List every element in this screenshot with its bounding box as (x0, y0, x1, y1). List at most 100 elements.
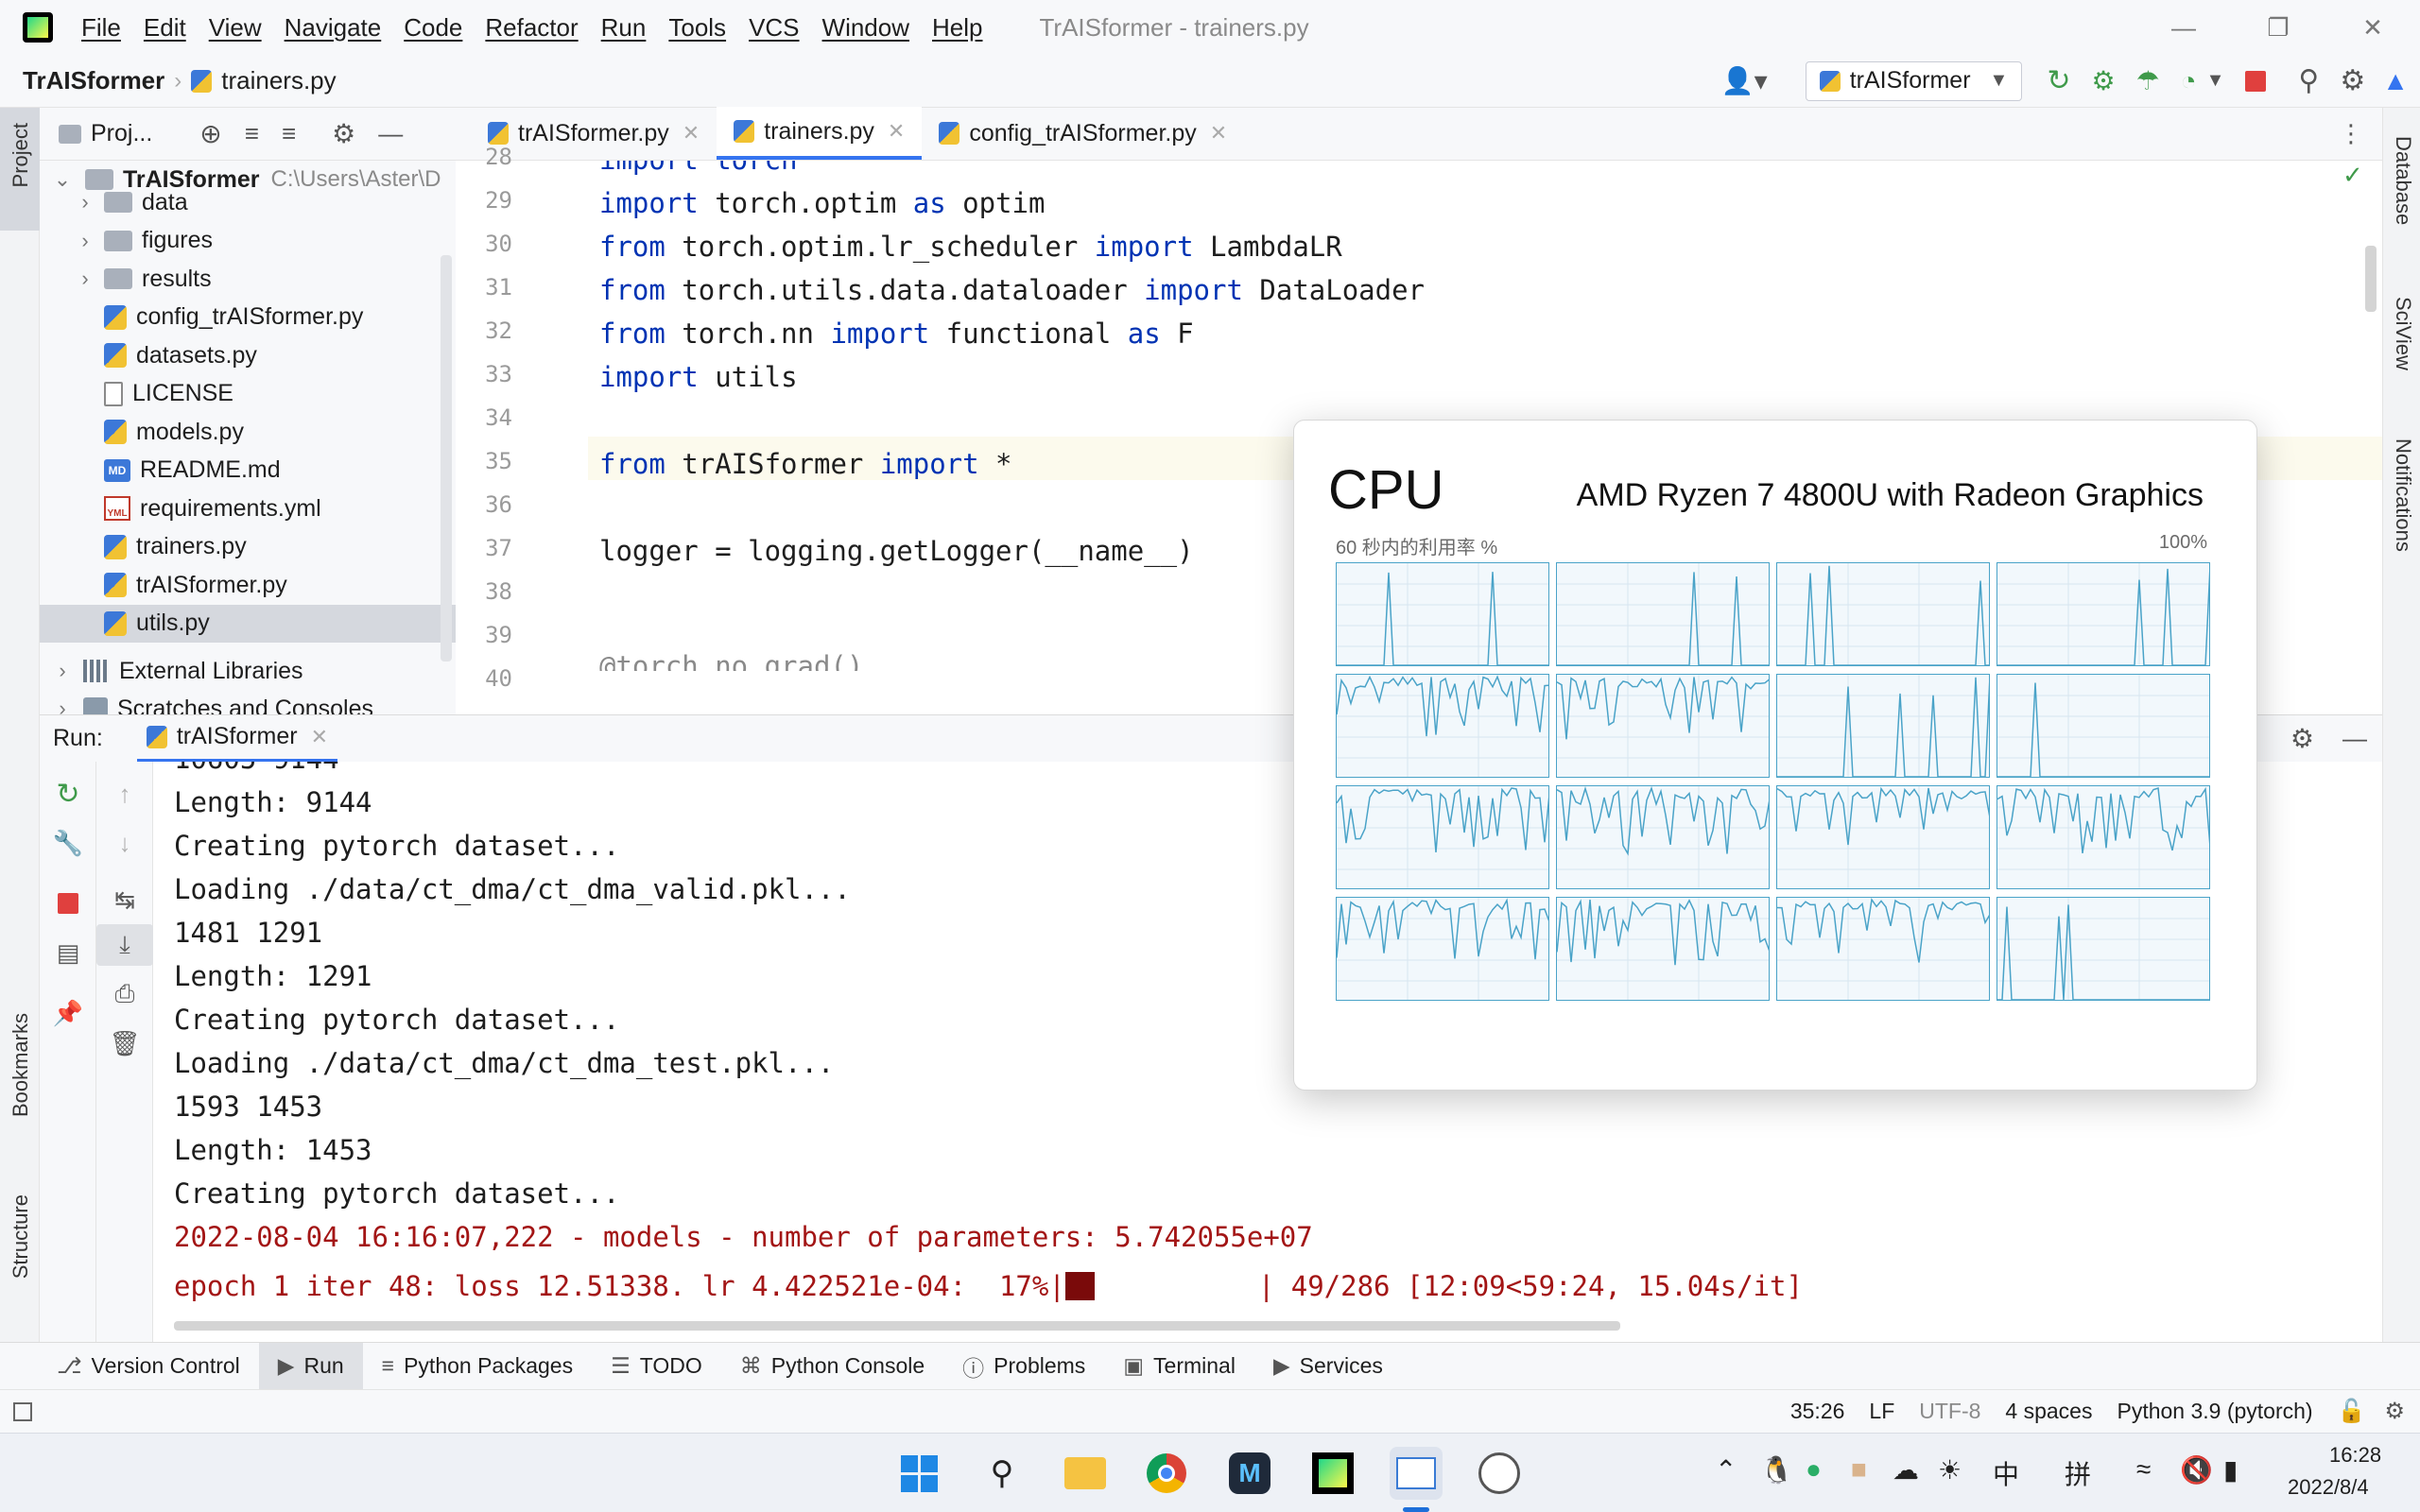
app-m-icon[interactable]: M (1223, 1447, 1276, 1500)
stop-icon[interactable] (2245, 70, 2267, 92)
rerun-icon[interactable]: ↻ (40, 773, 96, 815)
collapse-all-icon[interactable]: ≡ (282, 119, 296, 148)
sciview-tool-label[interactable]: SciView (2391, 297, 2415, 370)
more-tabs-icon[interactable]: ⋮ (2339, 119, 2363, 148)
pin-icon[interactable]: 📌 (40, 992, 96, 1034)
close-icon[interactable]: ✕ (2344, 0, 2401, 55)
tree-item-requirements-yml[interactable]: YML requirements.yml (40, 490, 456, 527)
clock-time[interactable]: 16:28 (2329, 1443, 2381, 1468)
run-tab[interactable]: trAISformer ✕ (136, 715, 338, 763)
wechat-icon[interactable]: ● (1806, 1454, 1822, 1485)
bottom-tab-version-control[interactable]: ⎇ Version Control (38, 1343, 259, 1390)
tree-item-figures[interactable]: › figures (40, 222, 456, 260)
menu-view[interactable]: View (209, 13, 262, 43)
cpu-monitor-window[interactable]: CPU AMD Ryzen 7 4800U with Radeon Graphi… (1293, 420, 2257, 1091)
tree-item-license[interactable]: LICENSE (40, 375, 456, 413)
print-icon[interactable]: ⎙ (96, 973, 153, 1015)
expand-all-icon[interactable]: ≡ (245, 119, 259, 148)
scroll-to-end-icon[interactable]: ⤓ (96, 924, 153, 966)
qq-icon[interactable]: 🐧 (1760, 1454, 1793, 1486)
gear-icon[interactable]: ⚙ (2340, 64, 2365, 97)
arrow-up-icon[interactable]: ↑ (96, 773, 153, 815)
tree-item-results[interactable]: › results (40, 260, 456, 298)
line-separator[interactable]: LF (1869, 1399, 1894, 1424)
chevron-right-icon[interactable]: › (74, 229, 96, 253)
memory-icon[interactable]: ⚙ (2384, 1398, 2405, 1425)
wifi-icon[interactable]: ≈ (2136, 1454, 2151, 1485)
menu-edit[interactable]: Edit (144, 13, 186, 43)
arrow-down-icon[interactable]: ↓ (96, 822, 153, 864)
bottom-tab-services[interactable]: ▶ Services (1254, 1343, 1402, 1390)
editor-scrollbar[interactable] (2365, 246, 2377, 312)
pycharm-icon[interactable] (1306, 1447, 1359, 1500)
menu-help[interactable]: Help (932, 13, 982, 43)
cloud-sync-icon[interactable]: ☁ (1893, 1454, 1919, 1486)
bottom-tab-python-packages[interactable]: ≡ Python Packages (363, 1343, 592, 1390)
search-icon[interactable]: ⚲ (2298, 64, 2319, 97)
structure-tool-label[interactable]: Structure (9, 1194, 33, 1279)
tree-item-datasets-py[interactable]: datasets.py (40, 336, 456, 374)
inspection-ok-icon[interactable]: ✓ (2342, 161, 2363, 190)
close-tab-icon[interactable]: ✕ (888, 119, 905, 144)
editor-tab-config-traisformer-py[interactable]: config_trAISformer.py ✕ (922, 107, 1244, 160)
breadcrumb-project[interactable]: TrAISformer (23, 66, 164, 95)
windows-start-icon[interactable] (892, 1447, 945, 1500)
debug-icon[interactable]: ⚙ (2091, 65, 2115, 96)
coverage-icon[interactable]: ☂ (2136, 65, 2160, 96)
tree-scratches[interactable]: › Scratches and Consoles (40, 690, 456, 714)
lock-icon[interactable]: 🔓 (2338, 1398, 2366, 1425)
tree-item-readme-md[interactable]: MD README.md (40, 452, 456, 490)
layout-icon[interactable]: ▤ (40, 932, 96, 973)
close-tab-icon[interactable]: ✕ (683, 121, 700, 146)
chrome-icon[interactable] (1140, 1447, 1193, 1500)
plugin-icon[interactable]: ▲ (2382, 66, 2409, 96)
locate-icon[interactable]: ⊕ (199, 118, 221, 149)
tray-expand-icon[interactable]: ⌃ (1715, 1454, 1737, 1486)
menu-code[interactable]: Code (404, 13, 462, 43)
bottom-tab-terminal[interactable]: ▣ Terminal (1104, 1343, 1254, 1390)
minimize-icon[interactable]: — (2155, 0, 2212, 55)
file-encoding[interactable]: UTF-8 (1919, 1399, 1980, 1424)
tree-item-models-py[interactable]: models.py (40, 413, 456, 451)
bottom-tab-run[interactable]: ▶ Run (258, 1342, 363, 1390)
tree-item-utils-py[interactable]: utils.py (40, 604, 456, 643)
volume-muted-icon[interactable]: 🔇 (2180, 1454, 2213, 1486)
chevron-right-icon[interactable]: › (51, 659, 74, 683)
tree-item-config-traisformer-py[interactable]: config_trAISformer.py (40, 299, 456, 336)
indent-setting[interactable]: 4 spaces (2005, 1399, 2092, 1424)
menu-window[interactable]: Window (822, 13, 909, 43)
hide-panel-icon[interactable]: — (378, 119, 403, 148)
task-manager-icon[interactable] (1390, 1447, 1443, 1500)
bookmarks-tool-label[interactable]: Bookmarks (9, 1013, 33, 1117)
chevron-right-icon[interactable]: › (74, 190, 96, 215)
menu-file[interactable]: File (81, 13, 121, 43)
restore-icon[interactable]: ❐ (2250, 0, 2307, 55)
bottom-tab-todo[interactable]: ☰ TODO (592, 1343, 721, 1390)
tree-item-trainers-py[interactable]: trainers.py (40, 528, 456, 566)
more-run-icon[interactable]: ▼ (2206, 70, 2225, 92)
close-tab-icon[interactable]: ✕ (1210, 121, 1227, 146)
file-explorer-icon[interactable] (1059, 1447, 1112, 1500)
project-tool-label[interactable]: Project (9, 123, 33, 187)
ime-chinese-indicator[interactable]: 中 (1993, 1454, 2019, 1492)
wrench-icon[interactable]: 🔧 (40, 822, 96, 864)
tree-item-data[interactable]: › data (40, 183, 456, 221)
battery-icon[interactable]: ▮ (2223, 1454, 2238, 1486)
clock-date[interactable]: 2022/8/4 (2288, 1475, 2369, 1500)
rerun-icon[interactable]: ↻ (2047, 64, 2070, 97)
bottom-tab-problems[interactable]: ⓘ Problems (943, 1343, 1104, 1390)
toggle-panels-icon[interactable] (13, 1401, 32, 1421)
brightness-icon[interactable]: ☀ (1938, 1454, 1962, 1486)
tree-scrollbar[interactable] (441, 255, 452, 662)
university-app-icon[interactable] (1473, 1447, 1526, 1500)
close-tab-icon[interactable]: ✕ (311, 725, 328, 749)
editor-tab-trainers-py[interactable]: trainers.py ✕ (717, 107, 923, 160)
profile-icon[interactable]: ◔ (2181, 66, 2197, 96)
menu-navigate[interactable]: Navigate (285, 13, 382, 43)
soft-wrap-icon[interactable]: ↹ (96, 879, 153, 920)
gear-icon[interactable]: ⚙ (2290, 723, 2314, 754)
cat-app-icon[interactable]: ■ (1851, 1454, 1867, 1485)
chevron-right-icon[interactable]: › (51, 696, 74, 714)
python-interpreter[interactable]: Python 3.9 (pytorch) (2117, 1399, 2312, 1424)
menu-run[interactable]: Run (601, 13, 647, 43)
